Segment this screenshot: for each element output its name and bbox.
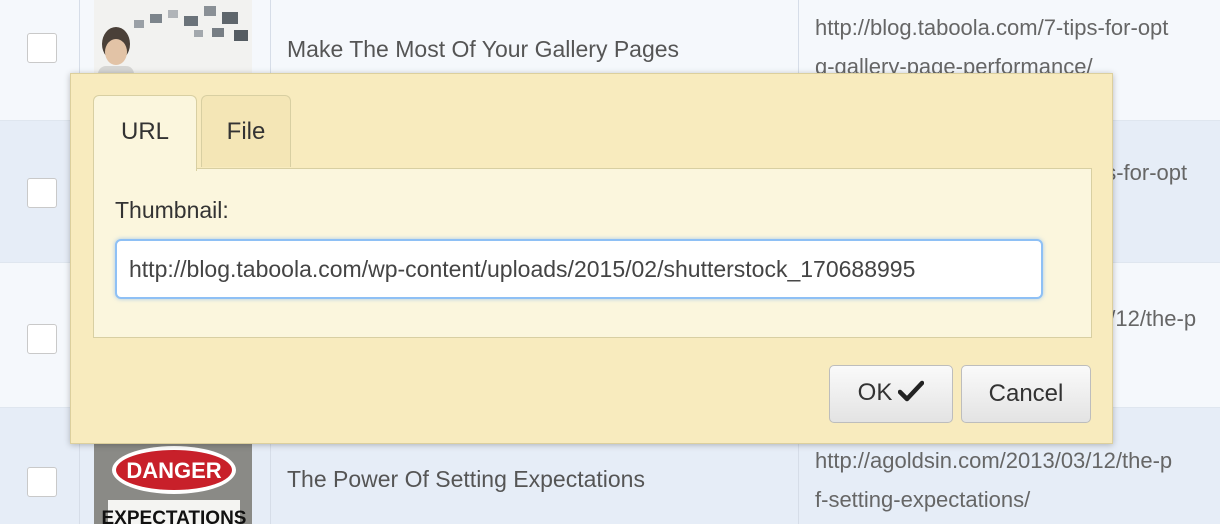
row-checkbox[interactable] — [27, 467, 57, 497]
row-url-line: f-setting-expectations/ — [815, 487, 1031, 512]
tab-url[interactable]: URL — [93, 95, 197, 171]
row-url: 3/12/the-p — [1097, 299, 1220, 338]
row-url: http://agoldsin.com/2013/03/12/the-p f-s… — [815, 441, 1220, 519]
row-checkbox[interactable] — [27, 178, 57, 208]
tab-panel-url: Thumbnail: — [93, 168, 1092, 338]
tab-file[interactable]: File — [201, 95, 291, 167]
thumbnail-label: Thumbnail: — [115, 197, 229, 223]
ok-label: OK — [857, 379, 893, 407]
row-url-line: http://agoldsin.com/2013/03/12/the-p — [815, 448, 1173, 473]
check-icon — [898, 380, 925, 409]
thumbnail-dialog: URL File Thumbnail: OK Cancel — [70, 73, 1113, 444]
row-checkbox[interactable] — [27, 324, 57, 354]
thumbnail-url-input[interactable] — [115, 239, 1043, 299]
row-title: The Power Of Setting Expectations — [287, 466, 645, 492]
svg-text:DANGER: DANGER — [126, 458, 221, 483]
row-url-line: http://blog.taboola.com/7-tips-for-opt — [815, 15, 1169, 40]
cancel-button[interactable]: Cancel — [961, 365, 1091, 423]
svg-text:EXPECTATIONS: EXPECTATIONS — [102, 508, 247, 524]
row-url-line: 3/12/the-p — [1097, 306, 1197, 331]
row-checkbox[interactable] — [27, 33, 57, 63]
row-title: Make The Most Of Your Gallery Pages — [287, 36, 680, 62]
ok-button[interactable]: OK — [829, 365, 953, 423]
